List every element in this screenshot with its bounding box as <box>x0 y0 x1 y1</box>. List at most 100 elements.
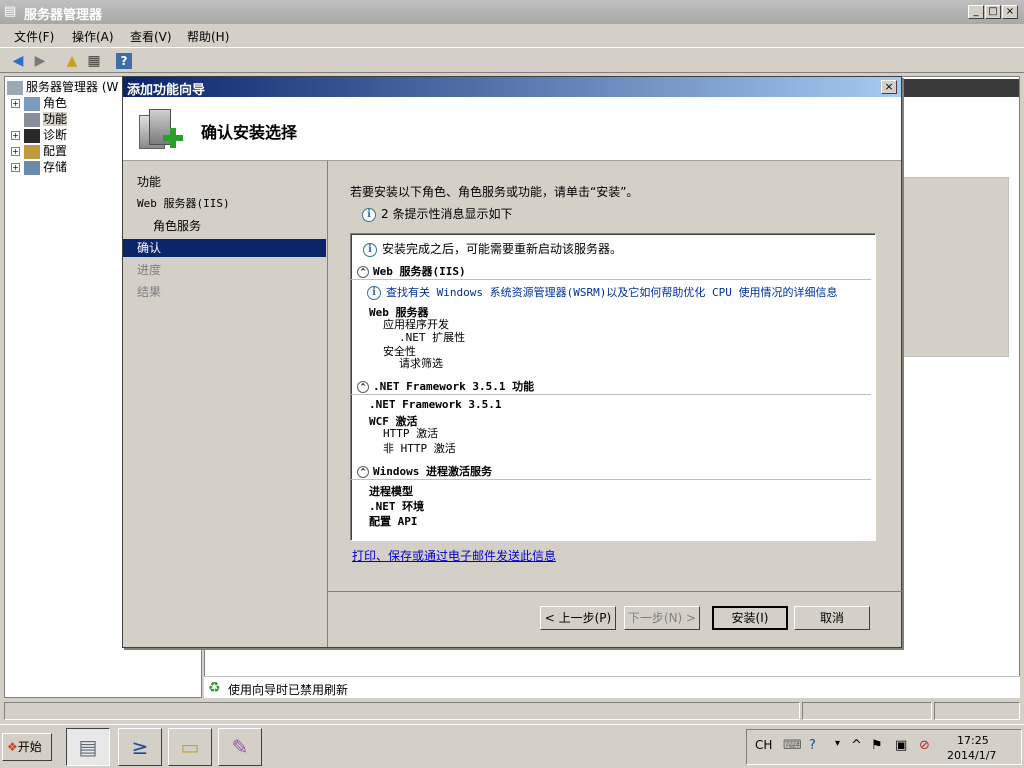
show-hidden-icons[interactable]: ^ <box>851 738 862 753</box>
install-button[interactable]: 安装(I) <box>712 606 788 630</box>
step-confirmation[interactable]: 确认 <box>123 239 326 257</box>
section-header-dotnet[interactable]: ^ .NET Framework 3.5.1 功能 <box>357 378 534 394</box>
configuration-icon <box>24 144 40 159</box>
flag-icon[interactable]: ⚑ <box>871 738 883 753</box>
section-header-iis[interactable]: ^ Web 服务器(IIS) <box>357 263 466 279</box>
start-button[interactable]: ❖开始 <box>2 733 52 761</box>
window-title: 服务器管理器 <box>24 8 103 23</box>
minimize-button[interactable]: _ <box>968 5 984 19</box>
wizard-header: 确认安装选择 <box>123 97 901 161</box>
paint-icon: ✎ <box>231 735 249 759</box>
list-item: 请求筛选 <box>399 357 443 370</box>
back-arrow-icon[interactable]: ◀ <box>8 51 28 71</box>
tree-item-configuration[interactable]: + 配置 <box>11 143 67 159</box>
wizard-status-line: ♻ 使用向导时已禁用刷新 <box>204 676 1020 698</box>
tree-item-roles[interactable]: + 角色 <box>11 95 67 111</box>
help-icon[interactable]: ? <box>116 53 132 69</box>
language-indicator[interactable]: CH <box>755 738 772 752</box>
wsrm-info-link[interactable]: i 查找有关 Windows 系统资源管理器(WSRM)以及它如何帮助优化 CPU… <box>367 284 837 300</box>
restart-message: i 安装完成之后，可能需要重新启动该服务器。 <box>363 240 622 257</box>
taskbar-explorer[interactable]: ▭ <box>168 728 212 766</box>
maximize-button[interactable]: □ <box>985 5 1001 19</box>
wizard-content: 若要安装以下角色、角色服务或功能，请单击“安装”。 i2 条提示性消息显示如下 … <box>327 161 902 647</box>
menu-help[interactable]: 帮助(H) <box>187 28 229 45</box>
status-cell <box>934 702 1020 720</box>
system-tray: CH ⌨ ? ▾ ^ ⚑ ▣ ⊘ 17:25 2014/1/7 <box>746 729 1022 765</box>
divider <box>351 279 871 280</box>
step-role-services[interactable]: 角色服务 <box>153 217 201 235</box>
clock-time[interactable]: 17:25 <box>957 734 989 747</box>
taskbar-server-manager[interactable]: ▤ <box>66 728 110 766</box>
storage-icon <box>24 160 40 175</box>
info-icon: i <box>362 207 376 222</box>
diagnostics-icon <box>24 128 40 143</box>
expand-icon[interactable]: + <box>11 163 20 172</box>
taskbar: ❖开始 ▤ ≥ ▭ ✎ CH ⌨ ? ▾ ^ ⚑ ▣ ⊘ 17:25 2014/… <box>0 724 1024 768</box>
refresh-disabled-text: 使用向导时已禁用刷新 <box>228 683 349 697</box>
volume-muted-icon[interactable]: ⊘ <box>919 738 930 753</box>
step-progress: 进度 <box>137 263 162 277</box>
background-panel <box>901 177 1009 357</box>
taskbar-powershell[interactable]: ≥ <box>118 728 162 766</box>
section-header-was[interactable]: ^ Windows 进程激活服务 <box>357 463 492 479</box>
refresh-icon: ♻ <box>208 680 221 696</box>
instruction-text: 若要安装以下角色、角色服务或功能，请单击“安装”。 <box>350 185 639 199</box>
roles-icon <box>24 96 40 111</box>
app-icon: ▤ <box>4 4 17 19</box>
collapse-icon[interactable]: ^ <box>357 381 369 393</box>
tree-root[interactable]: 服务器管理器 (W <box>7 79 118 95</box>
menu-view[interactable]: 查看(V) <box>130 28 172 45</box>
step-web-server[interactable]: Web 服务器(IIS) <box>137 195 230 213</box>
close-button[interactable]: × <box>1002 5 1018 19</box>
menu-file[interactable]: 文件(F) <box>14 28 54 45</box>
info-icon: i <box>363 242 377 257</box>
list-item: 配置 API <box>369 515 418 528</box>
features-icon <box>24 112 40 127</box>
print-save-email-link[interactable]: 打印、保存或通过电子邮件发送此信息 <box>352 547 556 564</box>
network-icon[interactable]: ▣ <box>895 738 907 753</box>
install-server-icon <box>135 105 183 153</box>
expand-icon[interactable]: + <box>11 147 20 156</box>
expand-icon[interactable]: + <box>11 131 20 140</box>
windows-logo-icon: ❖ <box>7 740 18 754</box>
server-icon <box>7 80 23 95</box>
info-icon: i <box>367 285 381 300</box>
list-item: HTTP 激活 <box>383 427 439 440</box>
info-summary: i2 条提示性消息显示如下 <box>362 205 512 222</box>
forward-arrow-icon[interactable]: ▶ <box>30 51 50 71</box>
status-cell <box>4 702 800 720</box>
tree-item-diagnostics[interactable]: + 诊断 <box>11 127 67 143</box>
divider <box>351 394 871 395</box>
server-manager-icon: ▤ <box>78 735 98 759</box>
wizard-page-title: 确认安装选择 <box>201 123 298 142</box>
keyboard-icon[interactable]: ⌨ <box>783 738 802 753</box>
add-features-wizard: 添加功能向导 × 确认安装选择 功能 Web 服务器(IIS) 角色服务 确认 … <box>122 76 902 648</box>
status-bar <box>0 700 1024 722</box>
confirmation-list: i 安装完成之后，可能需要重新启动该服务器。 ^ Web 服务器(IIS) i 查找有… <box>350 233 876 541</box>
divider <box>351 479 871 480</box>
list-item: .NET 环境 <box>369 500 425 513</box>
wizard-title-bar: 添加功能向导 × <box>123 77 901 98</box>
list-item: 进程模型 <box>369 485 413 498</box>
wizard-button-bar: < 上一步(P) 下一步(N) > 安装(I) 取消 <box>328 591 902 647</box>
list-item: .NET Framework 3.5.1 <box>369 398 502 411</box>
up-folder-icon[interactable]: ▲ <box>62 51 82 71</box>
collapse-icon[interactable]: ^ <box>357 466 369 478</box>
help-icon[interactable]: ? <box>809 738 816 753</box>
cancel-button[interactable]: 取消 <box>794 606 870 630</box>
show-hide-tree-icon[interactable]: ▦ <box>84 51 104 71</box>
clock-date[interactable]: 2014/1/7 <box>947 749 996 762</box>
tree-item-storage[interactable]: + 存储 <box>11 159 67 175</box>
menu-action[interactable]: 操作(A) <box>72 28 114 45</box>
toolbar: ◀ ▶ ▲ ▦ ? <box>0 47 1024 73</box>
expand-icon[interactable]: + <box>11 99 20 108</box>
previous-button[interactable]: < 上一步(P) <box>540 606 616 630</box>
step-features[interactable]: 功能 <box>137 173 161 191</box>
wizard-close-button[interactable]: × <box>881 80 897 94</box>
tree-item-features[interactable]: 功能 <box>24 111 68 127</box>
status-cell <box>802 702 932 720</box>
collapse-icon[interactable]: ^ <box>357 266 369 278</box>
taskbar-paint[interactable]: ✎ <box>218 728 262 766</box>
options-icon[interactable]: ▾ <box>835 738 840 749</box>
title-bar: ▤ 服务器管理器 _ □ × <box>0 0 1024 24</box>
